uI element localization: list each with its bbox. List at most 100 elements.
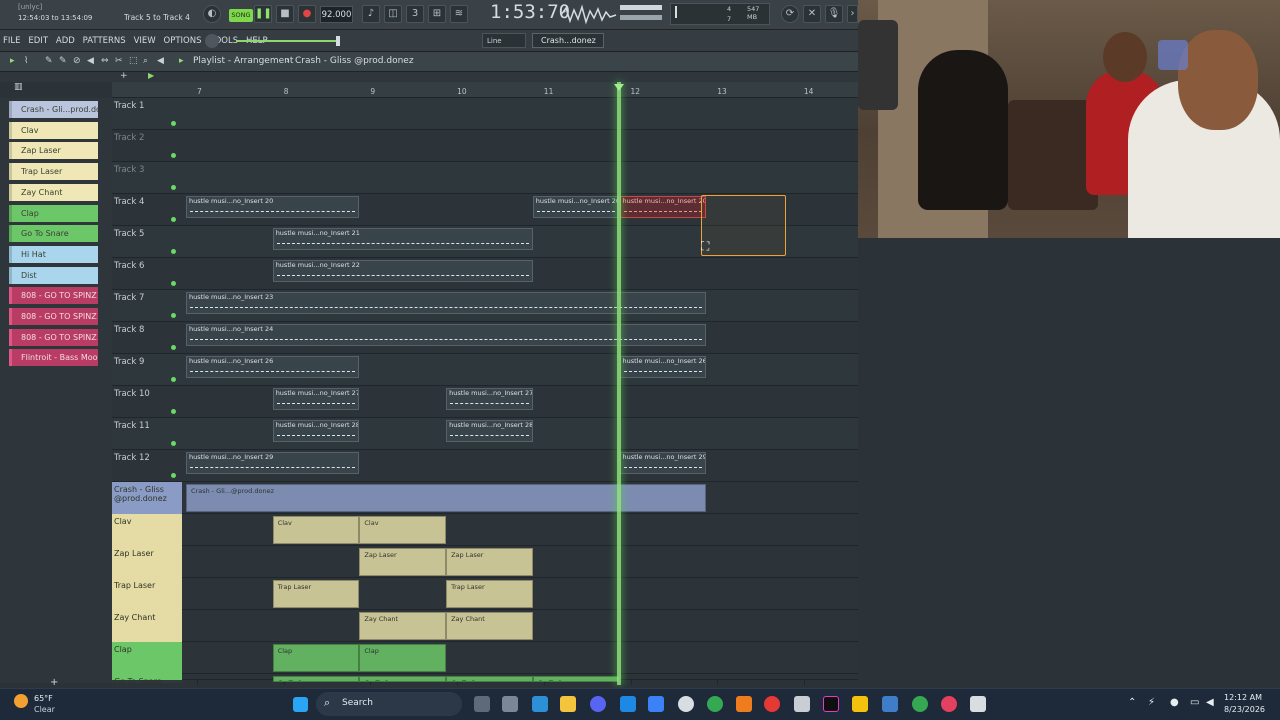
audio-clip[interactable]: hustle musi...no_Insert 26 bbox=[619, 356, 707, 378]
metronome-icon[interactable]: ♪ bbox=[362, 5, 380, 23]
pattern-clip[interactable]: Trap Laser bbox=[272, 580, 360, 608]
weather-icon[interactable] bbox=[14, 694, 28, 708]
pattern-select[interactable]: Crash...donez bbox=[532, 33, 604, 48]
tray-display-icon[interactable]: ▭ bbox=[1190, 697, 1199, 708]
picker-item[interactable]: Zap Laser bbox=[9, 142, 98, 160]
picker-item[interactable]: 808 - GO TO SPINZ bbox=[9, 287, 98, 305]
track-mute-led[interactable] bbox=[171, 281, 176, 286]
picker-item[interactable]: Zay Chant bbox=[9, 183, 98, 201]
picker-item[interactable]: 808 - GO TO SPINZ #3 bbox=[9, 328, 98, 346]
track-label[interactable]: Track 5 bbox=[114, 229, 144, 239]
track-mute-led[interactable] bbox=[171, 153, 176, 158]
picker-item[interactable]: Trap Laser bbox=[9, 163, 98, 181]
tray-speaker-icon[interactable]: ◀ bbox=[1206, 697, 1214, 708]
audio-clip[interactable]: hustle musi...no_Insert 22 bbox=[272, 260, 533, 282]
delete-icon[interactable]: ⊘ bbox=[73, 56, 81, 66]
track-label[interactable]: Track 1 bbox=[114, 101, 144, 111]
pattern-track-label[interactable]: Trap Laser bbox=[114, 581, 164, 590]
audio-clip[interactable]: hustle musi...no_Insert 21 bbox=[272, 228, 533, 250]
track-label[interactable]: Track 9 bbox=[114, 357, 144, 367]
tray-mic-icon[interactable]: ● bbox=[1170, 697, 1179, 708]
track-mute-led[interactable] bbox=[171, 121, 176, 126]
pattern-clip[interactable]: Trap Laser bbox=[446, 580, 533, 608]
defender-icon[interactable] bbox=[648, 696, 664, 712]
track-mute-led[interactable] bbox=[171, 185, 176, 190]
mute-icon[interactable]: ◀ bbox=[87, 56, 94, 66]
clock-time[interactable]: 12:12 AM bbox=[1224, 693, 1262, 702]
pattern-track-label[interactable]: Zap Laser bbox=[114, 549, 164, 558]
pattern-clip[interactable]: Crash - Gli...@prod.donez bbox=[186, 484, 707, 512]
pattern-clip[interactable]: Zap Laser bbox=[359, 548, 447, 576]
capcut-icon[interactable] bbox=[823, 696, 839, 712]
track-label[interactable]: Track 3 bbox=[114, 165, 144, 175]
paint-icon[interactable]: ✎ bbox=[59, 56, 67, 66]
slice-icon[interactable]: ✂ bbox=[115, 56, 123, 66]
zoom-icon[interactable]: ⌕ bbox=[143, 56, 148, 66]
slider-handle[interactable] bbox=[336, 36, 340, 46]
audio-clip[interactable]: hustle musi...no_Insert 20 bbox=[186, 196, 360, 218]
picker-item[interactable]: 808 - GO TO SPINZ #2 bbox=[9, 308, 98, 325]
pattern-clip[interactable]: Clav bbox=[359, 516, 447, 544]
taskbar-search[interactable]: ⌕ Search bbox=[316, 692, 462, 716]
stop-icon[interactable]: ■ bbox=[276, 5, 294, 23]
pattern-clip[interactable]: Clav bbox=[272, 516, 360, 544]
track-mute-led[interactable] bbox=[171, 377, 176, 382]
menu-patterns[interactable]: PATTERNS bbox=[80, 30, 128, 46]
menu-view[interactable]: VIEW bbox=[131, 30, 158, 46]
pattern-clip[interactable]: Zay Chant bbox=[446, 612, 533, 640]
pattern-clip[interactable]: Zay Chant bbox=[359, 612, 447, 640]
more-icon[interactable]: › bbox=[847, 5, 858, 23]
audio-clip[interactable]: hustle musi...no_Insert 26 bbox=[186, 356, 360, 378]
task-view-icon[interactable] bbox=[474, 696, 490, 712]
step-edit-icon[interactable]: ⊞ bbox=[428, 5, 446, 23]
countdown-icon[interactable]: 3 bbox=[406, 5, 424, 23]
tray-chevron-icon[interactable]: ⌃ bbox=[1128, 697, 1136, 708]
clock-date[interactable]: 8/23/2026 bbox=[1224, 705, 1265, 714]
picker-menu-icon[interactable]: ▥ bbox=[14, 82, 28, 94]
app-blue-icon[interactable] bbox=[532, 696, 548, 712]
track-label[interactable]: Track 8 bbox=[114, 325, 144, 335]
fl-studio-icon[interactable] bbox=[736, 696, 752, 712]
recorder-icon[interactable] bbox=[764, 696, 780, 712]
warning-app-icon[interactable] bbox=[852, 696, 868, 712]
tempo-display[interactable]: 92.000 bbox=[320, 6, 353, 23]
microphone-icon[interactable]: 🎙 bbox=[825, 5, 843, 23]
menu-edit[interactable]: EDIT bbox=[25, 30, 50, 46]
pattern-track-label[interactable]: Clav bbox=[114, 517, 164, 526]
file-explorer-icon[interactable] bbox=[560, 696, 576, 712]
track-mute-led[interactable] bbox=[171, 345, 176, 350]
chrome-icon[interactable] bbox=[707, 696, 723, 712]
track-label[interactable]: Track 6 bbox=[114, 261, 144, 271]
pattern-track-label[interactable]: Clap bbox=[114, 645, 164, 654]
draw-icon[interactable]: ✎ bbox=[45, 56, 53, 66]
weather-temp[interactable]: 65°F bbox=[34, 694, 53, 703]
playlist-arrow-icon[interactable]: ▸ bbox=[10, 56, 15, 66]
pattern-clip[interactable]: Go To Snare bbox=[359, 676, 447, 682]
pattern-clip[interactable]: Go To Snare bbox=[446, 676, 533, 682]
track-mute-led[interactable] bbox=[171, 217, 176, 222]
audio-clip[interactable]: hustle musi...no_Insert 29 bbox=[619, 452, 707, 474]
audio-clip[interactable]: hustle musi...no_Insert 20 bbox=[532, 196, 620, 218]
track-row[interactable] bbox=[112, 130, 858, 162]
audio-clip[interactable]: hustle musi...no_Insert 29 bbox=[186, 452, 360, 474]
audio-clip[interactable]: hustle musi...no_Insert 23 bbox=[186, 292, 707, 314]
pattern-clip[interactable]: Go To Snare bbox=[272, 676, 360, 682]
track-label[interactable]: Track 12 bbox=[114, 453, 150, 463]
add-icon[interactable]: + bbox=[120, 71, 128, 81]
picker-item[interactable]: Hi Hat bbox=[9, 245, 98, 263]
timeline-ruler[interactable]: 7 8 9 10 11 12 13 14 bbox=[112, 82, 858, 98]
track-label[interactable]: Track 11 bbox=[114, 421, 150, 431]
weather-desc[interactable]: Clear bbox=[34, 705, 55, 714]
menu-help[interactable]: HELP bbox=[243, 30, 270, 46]
menu-file[interactable]: FILE bbox=[0, 30, 23, 46]
pattern-clip[interactable]: Clap bbox=[359, 644, 447, 672]
mail-icon[interactable] bbox=[620, 696, 636, 712]
audio-clip[interactable]: hustle musi...no_Insert 27 bbox=[272, 388, 360, 410]
playback-icon[interactable]: ◀ bbox=[157, 56, 164, 66]
track-label[interactable]: Track 7 bbox=[114, 293, 144, 303]
online-icon[interactable]: ⟳ bbox=[781, 5, 799, 23]
song-mode-button[interactable]: SONG bbox=[229, 9, 253, 22]
track-mute-led[interactable] bbox=[171, 473, 176, 478]
record-icon[interactable]: ● bbox=[298, 5, 316, 23]
wait-input-icon[interactable]: ◫ bbox=[384, 5, 402, 23]
